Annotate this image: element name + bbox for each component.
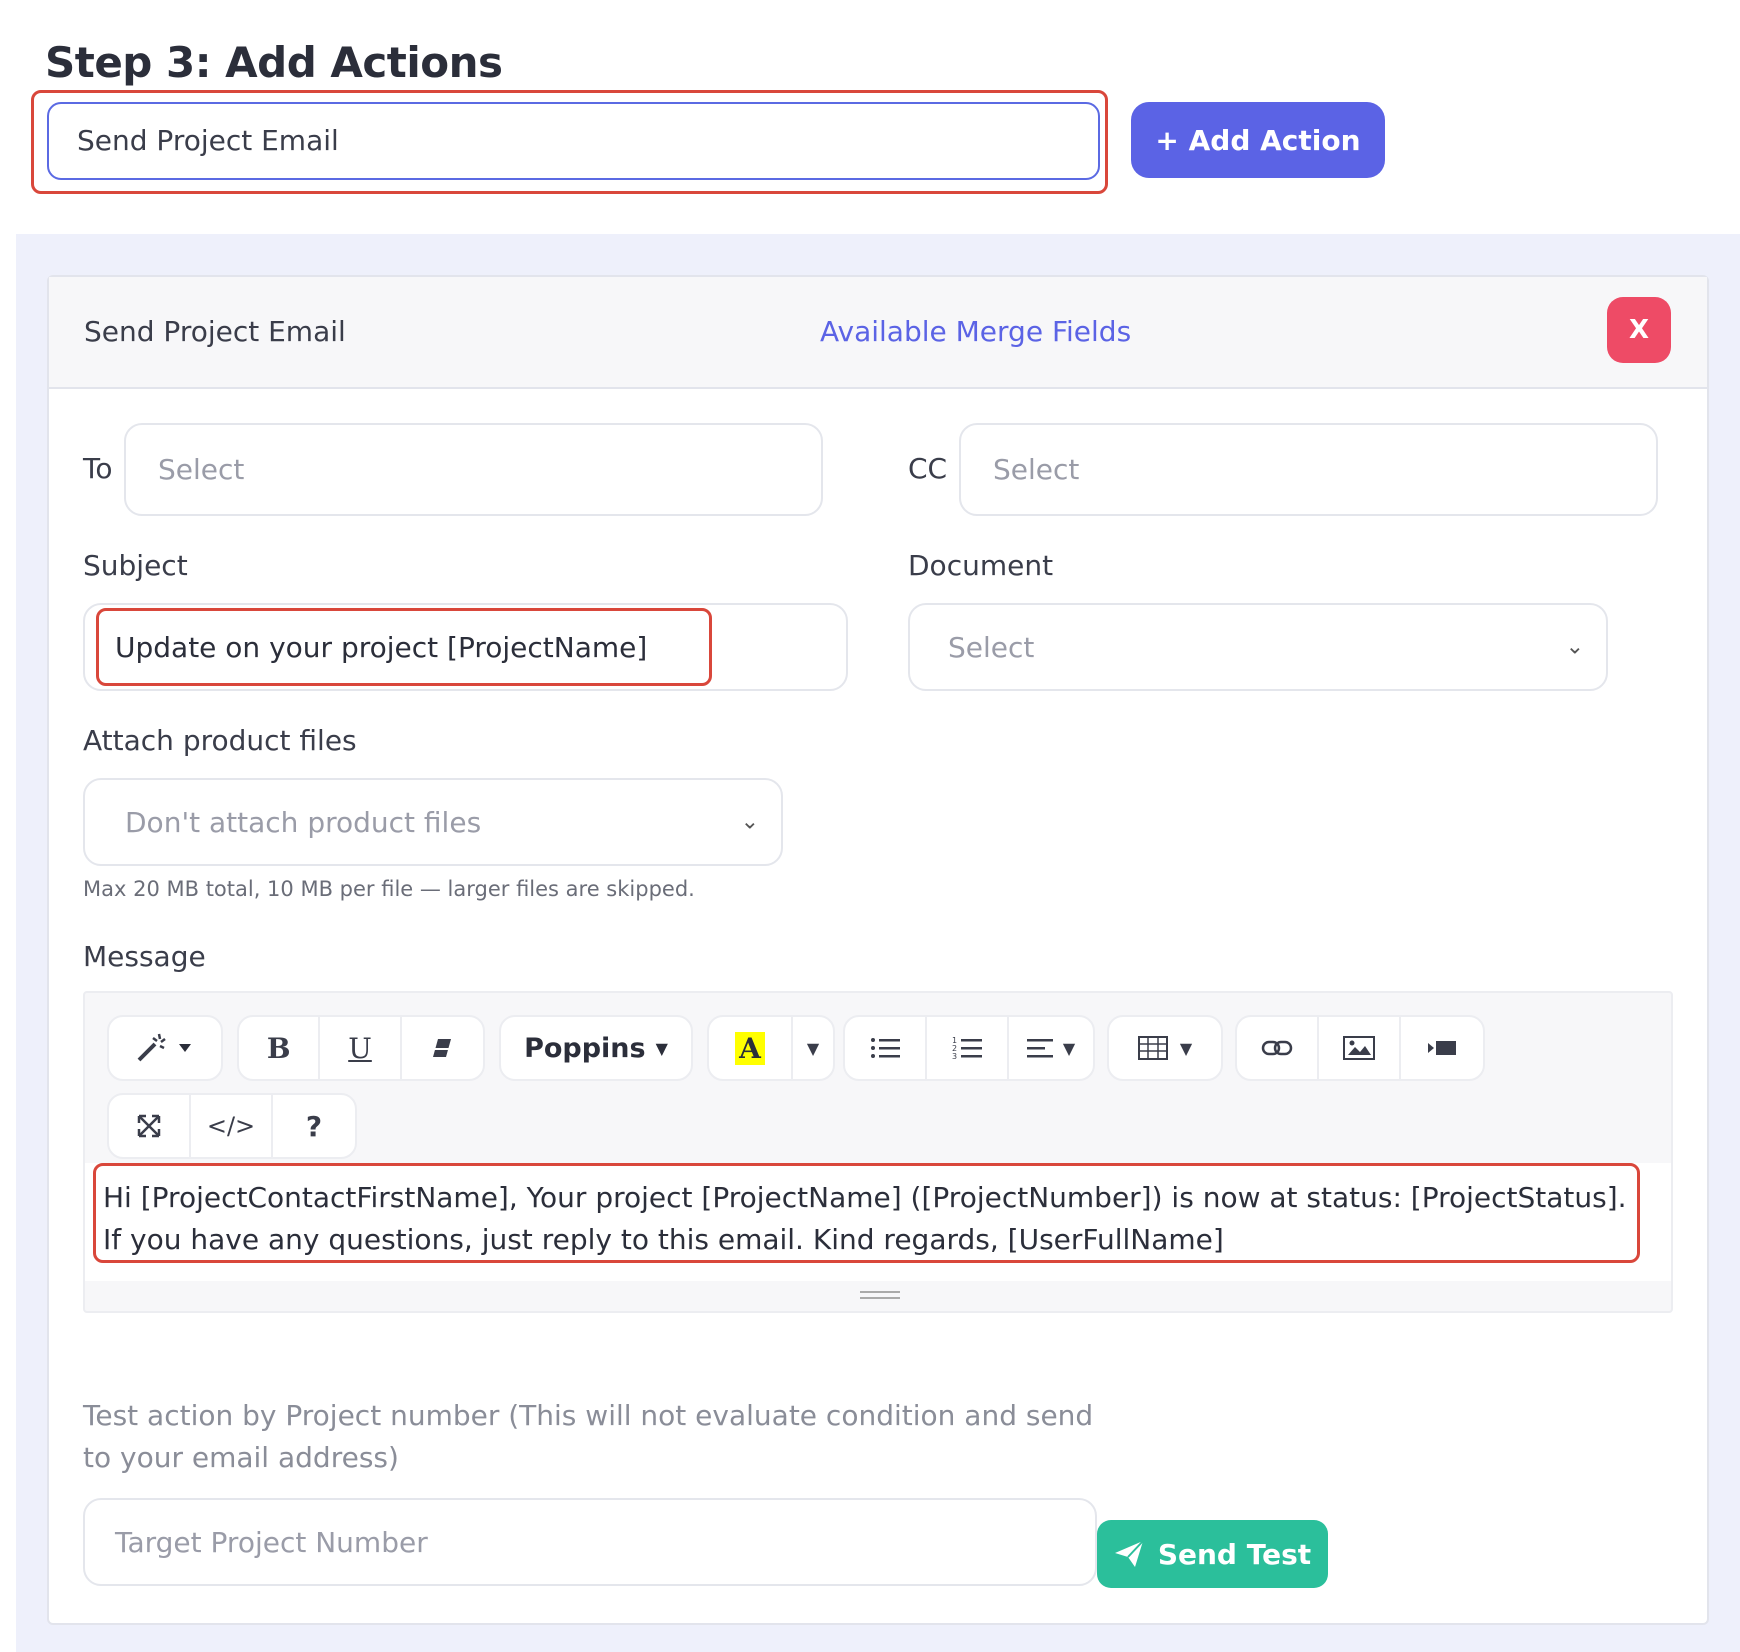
insert-video-button[interactable] <box>1401 1017 1483 1079</box>
eraser-icon <box>433 1039 452 1057</box>
toolbar-insert-group <box>1235 1015 1485 1081</box>
chevron-down-icon: ⌄ <box>1565 634 1584 660</box>
to-label: To <box>83 452 113 485</box>
document-select[interactable]: Select ⌄ <box>908 603 1608 691</box>
action-type-select[interactable]: Send Project Email <box>47 102 1100 180</box>
action-card-header: Send Project Email Available Merge Field… <box>49 277 1707 389</box>
video-icon <box>1428 1041 1456 1055</box>
text-color-button[interactable]: A <box>709 1017 793 1079</box>
font-name-label: Poppins <box>524 1032 646 1064</box>
action-card-title: Send Project Email <box>84 315 346 348</box>
send-test-label: Send Test <box>1157 1537 1312 1571</box>
message-editor: B U Poppins ▼ A ▼ 1 2 3 ▼ ▼ </> ? Hi [Pr… <box>83 991 1673 1313</box>
clear-format-button[interactable] <box>402 1017 483 1079</box>
underline-button[interactable]: U <box>320 1017 402 1079</box>
insert-image-button[interactable] <box>1319 1017 1401 1079</box>
test-action-label: Test action by Project number (This will… <box>83 1399 1094 1474</box>
to-placeholder: Select <box>158 453 245 486</box>
toolbar-font-group: Poppins ▼ <box>499 1015 693 1081</box>
merge-fields-link[interactable]: Available Merge Fields <box>820 315 1131 348</box>
help-button[interactable]: ? <box>273 1095 355 1157</box>
insert-link-button[interactable] <box>1237 1017 1319 1079</box>
toolbar-table-group: ▼ <box>1107 1015 1223 1081</box>
code-view-button[interactable]: </> <box>191 1095 273 1157</box>
bold-button[interactable]: B <box>239 1017 321 1079</box>
numbered-list-icon: 1 2 3 <box>952 1036 982 1061</box>
table-icon <box>1137 1036 1168 1060</box>
document-placeholder: Select <box>948 630 1035 664</box>
image-icon <box>1343 1036 1375 1060</box>
fullscreen-button[interactable] <box>109 1095 191 1157</box>
page-title: Step 3: Add Actions <box>45 38 503 87</box>
toolbar-color-group: A ▼ <box>707 1015 835 1081</box>
remove-action-button[interactable]: X <box>1607 297 1671 363</box>
caret-down-icon: ▼ <box>1179 1038 1193 1058</box>
subject-value: Update on your project [ProjectName] <box>115 630 648 664</box>
toolbar-view-group: </> ? <box>107 1093 357 1159</box>
cc-label: CC <box>908 452 948 485</box>
document-label: Document <box>908 549 1054 582</box>
cc-placeholder: Select <box>993 453 1080 486</box>
target-project-placeholder: Target Project Number <box>115 1525 428 1559</box>
target-project-number-input[interactable]: Target Project Number <box>83 1498 1097 1586</box>
toolbar-format-group: B U <box>237 1015 485 1081</box>
to-select[interactable]: Select <box>124 423 823 516</box>
cc-select[interactable]: Select <box>959 423 1658 516</box>
attach-files-select[interactable]: Don't attach product files ⌄ <box>83 778 783 866</box>
toolbar-paragraph-group: 1 2 3 ▼ <box>843 1015 1095 1081</box>
paper-plane-icon <box>1114 1540 1144 1567</box>
message-body[interactable]: Hi [ProjectContactFirstName], Your proje… <box>85 1163 1671 1281</box>
font-family-dropdown[interactable]: Poppins ▼ <box>501 1017 691 1079</box>
chevron-down-icon: ⌄ <box>740 809 759 835</box>
ordered-list-button[interactable]: 1 2 3 <box>927 1017 1009 1079</box>
text-color-icon: A <box>735 1031 765 1065</box>
magic-wand-icon <box>137 1033 191 1062</box>
align-dropdown-button[interactable]: ▼ <box>1009 1017 1093 1079</box>
caret-down-icon: ▼ <box>655 1038 668 1058</box>
resize-handle[interactable] <box>860 1291 900 1299</box>
link-icon <box>1261 1040 1293 1056</box>
align-left-icon <box>1026 1039 1053 1058</box>
subject-label: Subject <box>83 549 188 582</box>
subject-input[interactable]: Update on your project [ProjectName] <box>83 603 848 691</box>
svg-text:3: 3 <box>952 1052 957 1061</box>
toolbar-style-group <box>107 1015 223 1081</box>
attach-value: Don't attach product files <box>125 805 482 839</box>
send-test-button[interactable]: Send Test <box>1097 1520 1328 1588</box>
bullet-list-icon <box>871 1038 900 1058</box>
fullscreen-icon <box>137 1114 161 1138</box>
message-label: Message <box>83 940 206 973</box>
attach-label: Attach product files <box>83 724 357 757</box>
style-magic-button[interactable] <box>109 1017 221 1079</box>
unordered-list-button[interactable] <box>845 1017 927 1079</box>
add-action-button[interactable]: + Add Action <box>1131 102 1385 178</box>
table-dropdown-button[interactable]: ▼ <box>1109 1017 1221 1079</box>
attach-hint: Max 20 MB total, 10 MB per file — larger… <box>83 877 695 901</box>
color-dropdown-button[interactable]: ▼ <box>793 1017 833 1079</box>
caret-down-icon: ▼ <box>1062 1038 1076 1058</box>
